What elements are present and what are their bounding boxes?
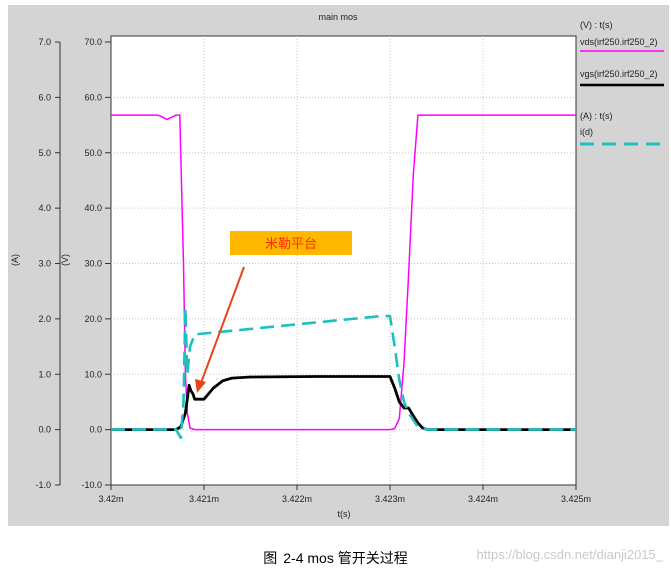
x-tick-label: 3.423m xyxy=(375,494,405,504)
chart-frame: 7.0 70.0 6.0 60.0 5.0 50.0 4.0 40.0 3.0 30.0 2.0 20… xyxy=(8,5,669,526)
y-tick-label-volts: 40.0 xyxy=(84,203,102,213)
caption-text: 2-4 mos 管开关过程 xyxy=(283,550,408,566)
x-tick-label: 3.422m xyxy=(282,494,312,504)
chart-title: main mos xyxy=(318,12,358,22)
x-tick-label: 3.421m xyxy=(189,494,219,504)
legend-group-volts: (V) : t(s) xyxy=(580,20,613,30)
watermark-url: https://blog.csdn.net/dianji2015_ xyxy=(476,547,663,562)
plot-area xyxy=(110,35,577,486)
y-tick-label-amps: 2.0 xyxy=(38,314,51,324)
y-tick-label-amps: 1.0 xyxy=(38,369,51,379)
y-tick-label-volts: 0.0 xyxy=(89,425,102,435)
legend-entry-vgs: vgs(irf250.irf250_2) xyxy=(580,69,658,79)
y-axis-label-volts: (V) xyxy=(60,254,70,266)
y-tick-label-volts: 60.0 xyxy=(84,92,102,102)
y-axis-label-amps: (A) xyxy=(10,254,20,266)
y-tick-label-amps: 5.0 xyxy=(38,148,51,158)
chart: 7.0 70.0 6.0 60.0 5.0 50.0 4.0 40.0 3.0 30.0 2.0 20… xyxy=(10,12,664,519)
legend-entry-vds: vds(irf250.irf250_2) xyxy=(580,37,658,47)
y-tick-label-volts: 50.0 xyxy=(84,148,102,158)
legend: (V) : t(s) vds(irf250.irf250_2) vgs(irf2… xyxy=(580,20,664,146)
y-tick-label-volts: 20.0 xyxy=(84,314,102,324)
y-tick-label-volts: -10.0 xyxy=(81,480,102,490)
y-tick-label-amps: 3.0 xyxy=(38,259,51,269)
y-tick-label-volts: 30.0 xyxy=(84,259,102,269)
legend-group-amps: (A) : t(s) xyxy=(580,111,613,121)
y-tick-label-volts: 70.0 xyxy=(84,37,102,47)
y-tick-label-amps: 7.0 xyxy=(38,37,51,47)
y-tick-label-amps: -1.0 xyxy=(35,480,51,490)
y-tick-label-volts: 10.0 xyxy=(84,369,102,379)
x-tick-label: 3.425m xyxy=(561,494,591,504)
legend-entry-id: i(d) xyxy=(580,127,593,137)
caption-figure-word: 图 xyxy=(263,550,278,566)
y-tick-label-amps: 0.0 xyxy=(38,425,51,435)
miller-plateau-label: 米勒平台 xyxy=(265,236,317,251)
x-tick-label: 3.424m xyxy=(468,494,498,504)
x-tick-label: 3.42m xyxy=(98,494,123,504)
y-tick-label-amps: 4.0 xyxy=(38,203,51,213)
x-axis-label: t(s) xyxy=(338,509,351,519)
y-tick-label-amps: 6.0 xyxy=(38,92,51,102)
